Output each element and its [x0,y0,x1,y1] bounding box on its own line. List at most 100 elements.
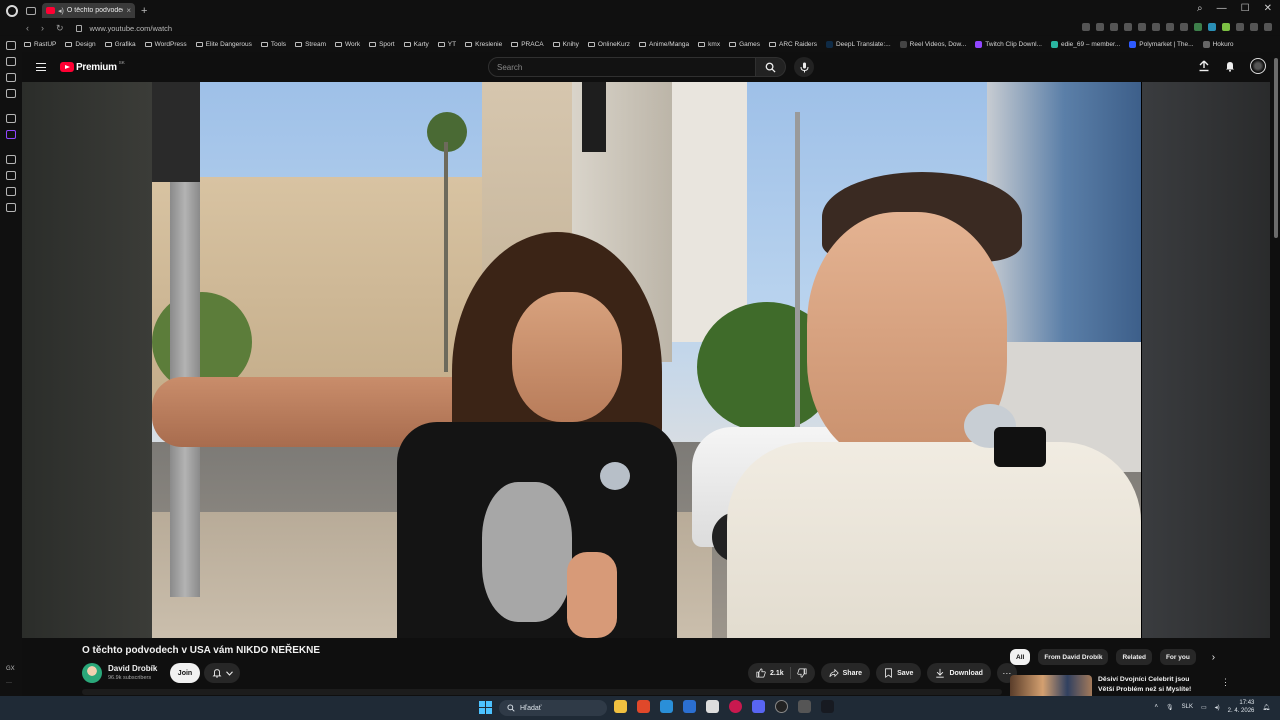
youtube-premium-logo[interactable]: Premium SK [60,60,125,73]
reload-icon[interactable]: ↻ [56,23,64,34]
chip-for-you[interactable]: For you [1159,649,1196,665]
bookmark-item[interactable]: PRACA [511,41,544,48]
bookmark-item[interactable]: Anime/Manga [639,41,689,48]
bookmark-item[interactable]: Work [335,41,360,48]
share-button[interactable]: Share [820,663,871,683]
volume-icon[interactable]: ◂) [1215,704,1220,711]
recommended-video-thumbnail[interactable] [1010,675,1092,697]
extension-icon[interactable] [1124,23,1132,31]
guide-menu-icon[interactable] [36,63,46,71]
bookmark-item[interactable]: Polymarket | The... [1129,40,1194,48]
menu-icon[interactable] [1264,23,1272,31]
dislike-icon[interactable] [796,668,807,678]
tools-icon[interactable] [6,187,16,196]
bookmark-item[interactable]: Games [729,41,760,48]
heart-icon[interactable] [1166,23,1174,31]
bookmark-item[interactable]: OnlineKurz [587,41,630,48]
bookmark-item[interactable]: ARC Raiders [769,41,817,48]
chip-from-channel[interactable]: From David Drobík [1038,649,1109,665]
bookmark-item[interactable]: RastUP [24,41,56,48]
bookmark-item[interactable]: kmx [698,41,720,48]
browser-tab-active[interactable]: ◂) O těchto podvodech v × [42,3,135,18]
microphone-tray-icon[interactable]: 🎙︎ [1166,704,1174,711]
chip-all[interactable]: All [1010,649,1031,665]
page-scrollbar[interactable] [1274,58,1278,238]
search-button[interactable] [756,57,786,77]
gx-control-icon[interactable] [6,57,16,66]
like-count[interactable]: 2.1k [770,670,784,677]
upload-icon[interactable] [1198,60,1210,72]
search-input[interactable] [488,57,756,77]
bookmark-item[interactable]: Grafika [104,41,136,48]
bookmark-item[interactable]: Knihy [552,41,579,48]
close-tab-icon[interactable]: × [126,6,131,15]
gx-cleaner-icon[interactable] [6,73,16,82]
extension-icon[interactable] [1082,23,1090,31]
back-icon[interactable]: ‹ [26,23,29,33]
notifications-icon[interactable]: 🔔︎ [1262,704,1270,711]
extension-icon[interactable] [1208,23,1216,31]
opera-gx-icon[interactable] [729,700,742,713]
bookmark-item[interactable]: DeepL Translate:... [825,40,891,48]
settings-icon[interactable] [6,114,16,123]
save-button[interactable]: Save [876,663,922,683]
bookmark-item[interactable]: Twitch Clip Downl... [975,40,1042,48]
shield-icon[interactable] [1110,23,1118,31]
tab-islands-icon[interactable] [26,6,36,15]
account-avatar[interactable] [1250,58,1266,74]
extension-icon[interactable] [1194,23,1202,31]
subscribe-notifications-button[interactable] [204,663,240,683]
discord-icon[interactable] [752,700,765,713]
channel-avatar[interactable] [82,663,102,683]
obs-icon[interactable] [775,700,788,713]
channel-name[interactable]: David Drobík [108,664,157,673]
chip-related[interactable]: Related [1116,649,1152,665]
bookmark-item[interactable]: Stream [295,41,326,48]
bookmark-item[interactable]: Elite Dangerous [195,41,252,48]
minimize-window-icon[interactable]: — [1217,3,1227,14]
taskbar-clock[interactable]: 17:43 2. 4. 2026 [1228,699,1255,715]
search-tabs-icon[interactable]: ⌕ [1197,3,1203,14]
steam-icon[interactable] [821,700,834,713]
bookmark-item[interactable]: YT [437,41,456,48]
map-icon[interactable] [6,171,16,180]
bookmark-item[interactable]: Kreslenie [465,41,502,48]
voice-search-button[interactable] [794,57,814,77]
recommended-video[interactable]: Děsiví Dvojníci Celebrit jsou Větší Prob… [1010,675,1280,697]
gx-corner-icon[interactable] [6,89,16,98]
new-tab-icon[interactable]: + [141,5,147,17]
forward-icon[interactable]: › [41,23,44,33]
network-icon[interactable]: ▭ [1201,704,1207,711]
notifications-bell-icon[interactable] [1224,60,1236,72]
url-field[interactable]: www.youtube.com/watch [90,24,173,33]
bookmark-item[interactable]: edie_69 – member... [1050,40,1120,48]
play-icon[interactable] [1152,23,1160,31]
history-icon[interactable] [6,203,16,212]
maximize-window-icon[interactable]: ☐ [1241,3,1250,14]
speaker-icon[interactable]: ◂) [58,7,64,15]
like-icon[interactable] [756,668,766,678]
bookmark-item[interactable]: Hokuro [1202,40,1234,48]
bookmark-item[interactable]: Tools [260,41,286,48]
video-player[interactable] [22,82,1270,638]
join-button[interactable]: Join [170,663,200,683]
file-explorer-icon[interactable] [614,700,627,713]
bookmark-item[interactable]: Karty [403,41,429,48]
extension-icon[interactable] [1138,23,1146,31]
bookmark-item[interactable]: Sport [369,41,395,48]
video-frame[interactable] [152,82,1141,638]
sidebar-more-icon[interactable]: ··· [6,680,12,686]
app-icon[interactable] [683,700,696,713]
brave-browser-icon[interactable] [637,700,650,713]
extension-icon[interactable] [1096,23,1104,31]
windows-start-icon[interactable] [479,701,492,714]
player-icon[interactable] [6,155,16,164]
language-indicator[interactable]: SLK [1182,704,1193,710]
recommendation-menu-icon[interactable]: ⋮ [1221,677,1230,688]
bookmark-item[interactable]: Design [65,41,96,48]
extension-icon[interactable] [1222,23,1230,31]
lock-icon[interactable] [75,24,82,32]
twitch-icon[interactable] [6,130,16,139]
notepad-icon[interactable] [706,700,719,713]
tray-overflow-icon[interactable]: ˄ [1155,704,1159,710]
